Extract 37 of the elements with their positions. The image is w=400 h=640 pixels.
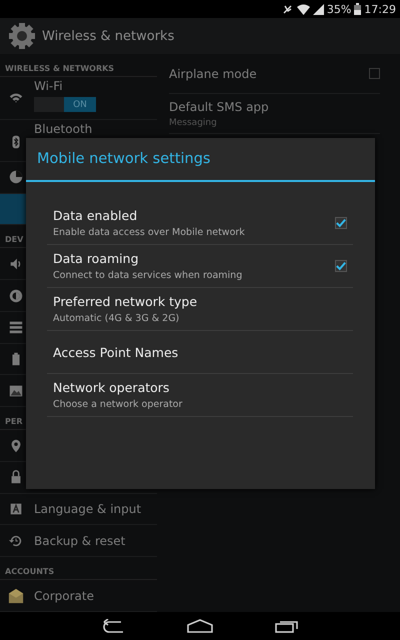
setting-title[interactable]: Default SMS app <box>169 100 269 114</box>
toggle-switch[interactable]: ON <box>34 97 96 112</box>
dialog-option[interactable]: Network operators Choose a network operator <box>47 374 353 417</box>
dialog-title: Mobile network settings <box>37 151 210 167</box>
setting-title[interactable]: Airplane mode <box>169 66 257 80</box>
checkbox[interactable] <box>369 68 380 79</box>
setting-icon <box>8 169 24 186</box>
section-header: DEV <box>5 235 24 244</box>
setting-icon <box>8 500 24 517</box>
setting-icon <box>8 588 24 604</box>
checkbox[interactable] <box>335 217 347 229</box>
section-header: WIRELESS & NETWORKS <box>5 64 114 74</box>
dialog-option[interactable]: Access Point Names <box>47 331 353 374</box>
screen-title: Wireless & networks <box>42 28 174 44</box>
section-header: PER <box>5 417 22 426</box>
sidebar-item[interactable]: Wi-Fi ON <box>0 77 157 120</box>
gear-icon[interactable] <box>8 22 36 50</box>
back-icon[interactable] <box>101 619 125 633</box>
sidebar-item[interactable]: Language & input <box>0 494 157 526</box>
setting-icon <box>8 382 24 399</box>
signal-icon <box>312 4 324 14</box>
clock: 17:29 <box>364 2 396 16</box>
dialog-option[interactable]: Data enabled Enable data access over Mobile network <box>47 202 353 245</box>
setting-icon <box>8 319 24 336</box>
recents-icon[interactable] <box>275 619 299 633</box>
home-icon[interactable] <box>187 619 213 633</box>
setting-summary: Messaging <box>169 118 218 128</box>
dialog-option[interactable]: Preferred network type Automatic (4G & 3G & 2G) <box>47 288 353 331</box>
battery-icon <box>354 3 362 15</box>
wifi-icon <box>296 4 310 14</box>
section-header: ACCOUNTS <box>5 567 54 576</box>
battery-percent: 35% <box>326 2 352 16</box>
sidebar-item[interactable]: Backup & reset <box>0 525 157 557</box>
muted-icon <box>282 3 294 15</box>
checkbox[interactable] <box>335 260 347 272</box>
dialog-option[interactable]: Data roaming Connect to data services when roaming <box>47 245 353 288</box>
setting-icon <box>8 288 24 304</box>
